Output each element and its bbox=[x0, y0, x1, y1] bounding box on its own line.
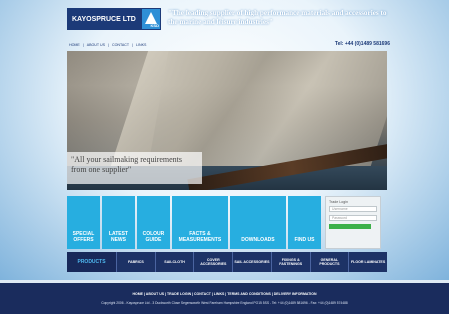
logo-mark-text: KSD bbox=[150, 23, 159, 28]
username-field[interactable]: Username bbox=[329, 206, 377, 212]
phone-number: Tel: +44 (0)1489 581696 bbox=[334, 41, 390, 47]
tile-colour-guide[interactable]: COLOUR GUIDE bbox=[136, 196, 170, 249]
products-fabrics[interactable]: FABRICS bbox=[116, 252, 155, 272]
products-heading: PRODUCTS bbox=[67, 252, 117, 272]
top-nav: HOME | ABOUT US | CONTACT | LINKS bbox=[69, 43, 146, 47]
tile-facts-measurements[interactable]: FACTS & MEASUREMENTS bbox=[171, 196, 228, 249]
nav-contact[interactable]: CONTACT bbox=[112, 43, 129, 47]
products-general-products[interactable]: GENERAL PRODUCTS bbox=[309, 252, 349, 272]
products-cover-accessories[interactable]: COVER ACCESSORIES bbox=[193, 252, 232, 272]
tile-find-us[interactable]: FIND US bbox=[288, 196, 321, 249]
tile-latest-news[interactable]: LATEST NEWS bbox=[101, 196, 135, 249]
nav-links[interactable]: LINKS bbox=[136, 43, 146, 47]
nav-separator: | bbox=[108, 43, 109, 47]
footer-links[interactable]: HOME | ABOUT US | TRADE LOGIN | CONTACT … bbox=[0, 292, 449, 296]
tagline: "The leading supplier of high performanc… bbox=[168, 9, 387, 26]
login-button[interactable] bbox=[329, 224, 371, 229]
products-floor-laminates[interactable]: FLOOR LAMINATES bbox=[348, 252, 387, 272]
nav-about[interactable]: ABOUT US bbox=[87, 43, 105, 47]
page-container: KAYOSPRUCE LTD KSD "The leading supplier… bbox=[67, 5, 390, 278]
products-fixings-fastenings[interactable]: FIXINGS & FASTENINGS bbox=[270, 252, 310, 272]
footer-copyright: Copyright 2006 - Kayospruce Ltd - 3 Duck… bbox=[101, 301, 348, 305]
login-title: Trade Login bbox=[329, 200, 349, 204]
nav-home[interactable]: HOME bbox=[69, 43, 80, 47]
company-logo[interactable]: KAYOSPRUCE LTD KSD bbox=[67, 8, 161, 30]
hero-image: "All your sailmaking requirements from o… bbox=[67, 51, 387, 190]
feature-tiles: SPECIAL OFFERS LATEST NEWS COLOUR GUIDE … bbox=[67, 196, 321, 249]
footer: HOME | ABOUT US | TRADE LOGIN | CONTACT … bbox=[0, 283, 449, 314]
products-bar: PRODUCTS FABRICS SAILCLOTH COVER ACCESSO… bbox=[67, 252, 387, 272]
products-sail-accessories[interactable]: SAIL ACCESSORIES bbox=[232, 252, 271, 272]
tile-special-offers[interactable]: SPECIAL OFFERS bbox=[67, 196, 100, 249]
nav-separator: | bbox=[132, 43, 134, 47]
tile-downloads[interactable]: DOWNLOADS bbox=[229, 196, 286, 249]
hero-caption: "All your sailmaking requirements from o… bbox=[67, 152, 202, 184]
products-sailcloth[interactable]: SAILCLOTH bbox=[154, 252, 194, 272]
sail-logo-icon: KSD bbox=[142, 9, 160, 29]
trade-login-panel: Trade Login Username Password bbox=[325, 196, 381, 249]
logo-text: KAYOSPRUCE LTD bbox=[68, 9, 142, 29]
nav-separator: | bbox=[82, 43, 84, 47]
password-field[interactable]: Password bbox=[329, 215, 377, 221]
